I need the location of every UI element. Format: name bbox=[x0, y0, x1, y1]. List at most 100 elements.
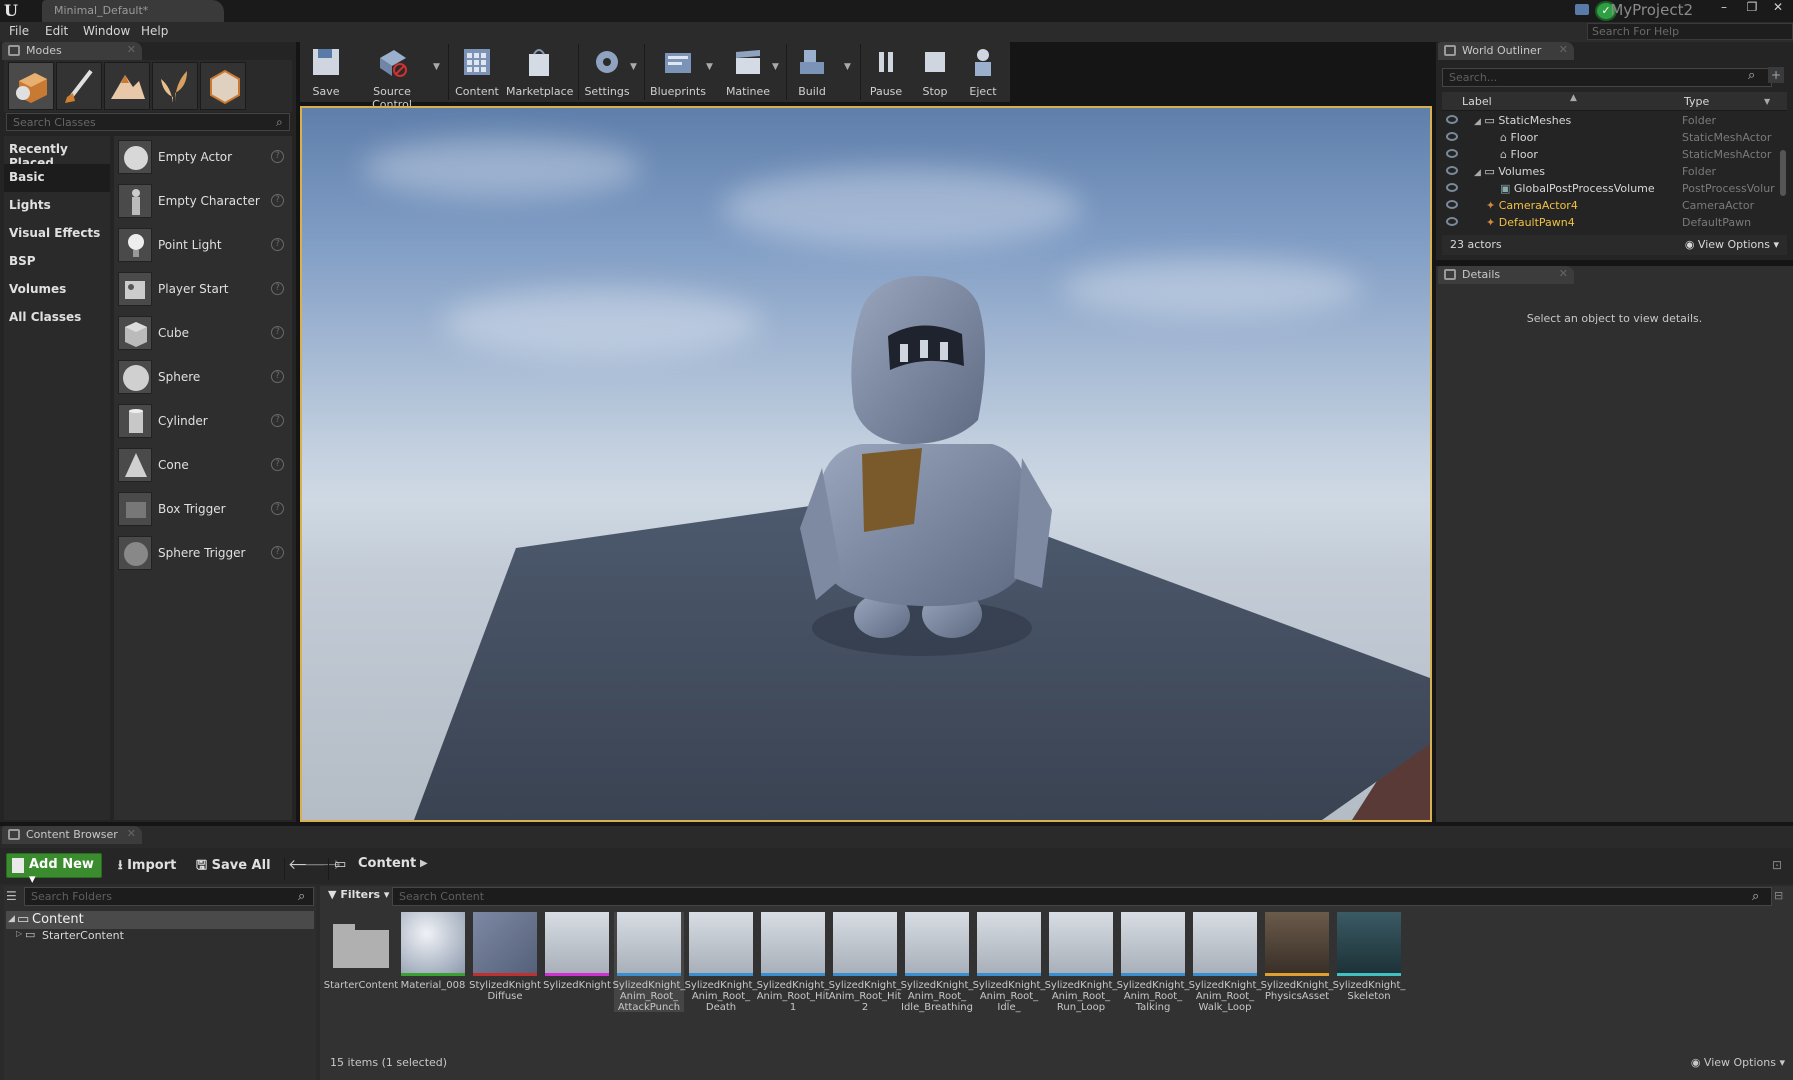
place-item-box-trigger[interactable]: Box Trigger ? bbox=[114, 488, 292, 532]
add-new-button[interactable]: Add New ▾ bbox=[6, 853, 102, 887]
eject-button[interactable]: Eject bbox=[963, 44, 1003, 100]
search-content-input[interactable]: Search Content bbox=[392, 887, 1772, 906]
outliner-row[interactable]: ◢ ▭ Volumes Folder bbox=[1442, 163, 1779, 180]
outliner-scrollbar[interactable] bbox=[1780, 150, 1786, 196]
category-volumes[interactable]: Volumes bbox=[4, 276, 110, 304]
minimize-button[interactable]: – bbox=[1711, 0, 1737, 16]
chevron-down-icon[interactable]: ▼ bbox=[844, 62, 851, 72]
asset-tile[interactable]: SylizedKnight_ Anim_Root_ Run_Loop bbox=[1045, 912, 1117, 1013]
asset-tile[interactable]: SylizedKnight_ Anim_Root_ Death bbox=[685, 912, 757, 1013]
close-icon[interactable]: ✕ bbox=[127, 827, 136, 840]
menu-edit[interactable]: Edit bbox=[45, 24, 68, 38]
place-item-cone[interactable]: Cone ? bbox=[114, 444, 292, 488]
landscape-mode-button[interactable] bbox=[104, 62, 150, 110]
menu-help[interactable]: Help bbox=[141, 24, 168, 38]
close-icon[interactable]: ✕ bbox=[1559, 43, 1568, 56]
help-icon[interactable]: ? bbox=[271, 458, 284, 471]
outliner-row[interactable]: ◢ ▭ StaticMeshes Folder bbox=[1442, 112, 1779, 129]
foliage-mode-button[interactable] bbox=[152, 62, 198, 110]
help-search-input[interactable]: Search For Help bbox=[1587, 23, 1793, 40]
marketplace-button[interactable]: Marketplace bbox=[506, 44, 573, 100]
level-viewport[interactable] bbox=[300, 106, 1432, 822]
tree-toggle-icon[interactable]: ☰ bbox=[6, 889, 17, 903]
place-item-point-light[interactable]: Point Light ? bbox=[114, 224, 292, 268]
outliner-row[interactable]: ✦ DefaultPawn4 DefaultPawn bbox=[1442, 214, 1779, 231]
visibility-eye-icon[interactable] bbox=[1446, 200, 1458, 209]
visibility-eye-icon[interactable] bbox=[1446, 115, 1458, 124]
chevron-down-icon[interactable]: ▼ bbox=[630, 62, 637, 72]
save-search-icon[interactable]: ⊟ bbox=[1774, 889, 1783, 902]
visibility-eye-icon[interactable] bbox=[1446, 149, 1458, 158]
category-bsp[interactable]: BSP bbox=[4, 248, 110, 276]
type-column-header[interactable]: Type bbox=[1684, 95, 1709, 108]
stop-button[interactable]: Stop bbox=[915, 44, 955, 100]
help-icon[interactable]: ? bbox=[271, 546, 284, 559]
settings-button[interactable]: Settings bbox=[582, 44, 632, 100]
filters-button[interactable]: ▼ Filters ▾ bbox=[328, 888, 389, 901]
search-classes-input[interactable]: Search Classes bbox=[6, 113, 290, 131]
help-icon[interactable]: ? bbox=[271, 150, 284, 163]
visibility-eye-icon[interactable] bbox=[1446, 166, 1458, 175]
matinee-button[interactable]: Matinee bbox=[720, 44, 776, 100]
asset-tile[interactable]: SylizedKnight_ Anim_Root_ Walk_Loop bbox=[1189, 912, 1261, 1013]
chevron-down-icon[interactable]: ▼ bbox=[433, 62, 440, 72]
outliner-row[interactable]: ⌂ Floor StaticMeshActor bbox=[1442, 146, 1779, 163]
path-chevron-right-icon[interactable]: ▶ bbox=[420, 858, 428, 869]
place-item-empty-character[interactable]: Empty Character ? bbox=[114, 180, 292, 224]
visibility-eye-icon[interactable] bbox=[1446, 132, 1458, 141]
asset-tile[interactable]: StarterContent bbox=[324, 912, 398, 1012]
tree-content-folder[interactable]: ◢ ▭ Content bbox=[6, 911, 314, 929]
category-visual-effects[interactable]: Visual Effects bbox=[4, 220, 110, 248]
place-item-empty-actor[interactable]: Empty Actor ? bbox=[114, 136, 292, 180]
chevron-down-icon[interactable]: ▼ bbox=[772, 62, 779, 72]
asset-tile[interactable]: StylizedKnight Diffuse bbox=[469, 912, 541, 1012]
outliner-row[interactable]: ▣ GlobalPostProcessVolume PostProcessVol… bbox=[1442, 180, 1779, 197]
build-button[interactable]: Build bbox=[792, 44, 832, 100]
menu-file[interactable]: File bbox=[9, 24, 29, 38]
details-tab[interactable]: Details ✕ bbox=[1438, 266, 1574, 284]
chevron-down-icon[interactable]: ▼ bbox=[706, 62, 713, 72]
help-icon[interactable]: ? bbox=[271, 194, 284, 207]
import-button[interactable]: ⭳ Import bbox=[118, 856, 176, 878]
world-outliner-tab[interactable]: World Outliner ✕ bbox=[1438, 42, 1574, 60]
content-browser-tab[interactable]: Content Browser ✕ bbox=[2, 826, 142, 844]
place-mode-button[interactable] bbox=[8, 62, 54, 110]
visibility-eye-icon[interactable] bbox=[1446, 217, 1458, 226]
save-button[interactable]: Save bbox=[306, 44, 346, 100]
blueprints-button[interactable]: Blueprints bbox=[648, 44, 708, 100]
asset-tile[interactable]: Material_008 bbox=[398, 912, 468, 1012]
help-icon[interactable]: ? bbox=[271, 238, 284, 251]
place-item-sphere[interactable]: Sphere ? bbox=[114, 356, 292, 400]
asset-tile-selected[interactable]: SylizedKnight_ Anim_Root_ AttackPunch bbox=[613, 912, 685, 1013]
asset-tile[interactable]: SylizedKnight_ Anim_Root_Hit 1 bbox=[757, 912, 829, 1013]
pause-button[interactable]: Pause bbox=[866, 44, 906, 100]
geometry-mode-button[interactable] bbox=[200, 62, 246, 110]
source-control-button[interactable]: Source Control bbox=[352, 44, 432, 111]
help-icon[interactable]: ? bbox=[271, 326, 284, 339]
help-icon[interactable]: ? bbox=[271, 370, 284, 383]
help-icon[interactable]: ? bbox=[271, 282, 284, 295]
outliner-row[interactable]: ⌂ Floor StaticMeshActor bbox=[1442, 129, 1779, 146]
notification-icon[interactable] bbox=[1575, 4, 1589, 15]
path-content[interactable]: Content bbox=[358, 856, 416, 871]
category-recently-placed[interactable]: Recently Placed bbox=[4, 136, 110, 170]
chevron-down-icon[interactable]: ▼ bbox=[1764, 97, 1770, 106]
category-all-classes[interactable]: All Classes bbox=[4, 304, 110, 332]
content-view-options[interactable]: ◉ View Options ▾ bbox=[1691, 1056, 1785, 1069]
place-item-cube[interactable]: Cube ? bbox=[114, 312, 292, 356]
level-document-tab[interactable]: Minimal_Default* bbox=[42, 0, 224, 22]
asset-tile[interactable]: SylizedKnight_ Anim_Root_ Idle_ bbox=[973, 912, 1045, 1013]
save-all-button[interactable]: 🖫 Save All bbox=[196, 856, 271, 878]
close-button[interactable]: ✕ bbox=[1765, 0, 1791, 16]
place-item-sphere-trigger[interactable]: Sphere Trigger ? bbox=[114, 532, 292, 576]
category-basic[interactable]: Basic bbox=[4, 164, 110, 192]
modes-tab[interactable]: Modes ✕ bbox=[2, 42, 142, 60]
visibility-eye-icon[interactable] bbox=[1446, 183, 1458, 192]
asset-tile[interactable]: SylizedKnight_ Anim_Root_ Talking bbox=[1117, 912, 1189, 1013]
place-item-cylinder[interactable]: Cylinder ? bbox=[114, 400, 292, 444]
asset-tile[interactable]: SylizedKnight_ PhysicsAsset bbox=[1261, 912, 1333, 1012]
asset-tile[interactable]: SylizedKnight_ Anim_Root_ Idle_Breathing bbox=[901, 912, 973, 1013]
tree-starter-content-folder[interactable]: ▷ ▭ StarterContent bbox=[16, 928, 124, 942]
asset-tile[interactable]: SylizedKnight_ Skeleton bbox=[1333, 912, 1405, 1012]
place-item-player-start[interactable]: Player Start ? bbox=[114, 268, 292, 312]
